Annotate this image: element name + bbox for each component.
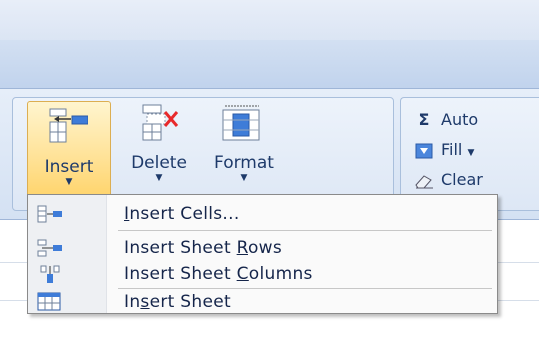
fill-label: Fill <box>441 140 463 159</box>
chevron-down-icon: ▼ <box>65 177 73 187</box>
menu-separator <box>118 230 492 231</box>
insert-button[interactable]: Insert ▼ <box>27 101 111 199</box>
menu-item-insert-sheet-columns[interactable]: Insert Sheet Columns <box>28 261 497 287</box>
insert-sheet-icon <box>37 292 61 311</box>
delete-cells-icon <box>142 104 179 141</box>
insert-cells-icon <box>49 108 88 143</box>
autosum-label: Auto <box>441 110 479 129</box>
menu-item-label: Insert Sheet Rows <box>124 238 283 258</box>
insert-label: Insert <box>44 157 94 177</box>
insert-cells-small-icon <box>37 205 62 223</box>
clear-label: Clear <box>441 170 483 189</box>
delete-button[interactable]: Delete ▼ <box>123 98 195 188</box>
fill-down-icon <box>413 140 435 159</box>
ribbon-tab-strip <box>0 40 539 89</box>
chevron-down-icon: ▼ <box>240 173 248 183</box>
chevron-down-icon: ▼ <box>467 148 475 158</box>
fill-button[interactable]: Fill ▼ <box>413 140 474 159</box>
menu-item-label: Insert Sheet Columns <box>124 264 313 284</box>
title-bar-area <box>0 0 539 40</box>
clear-button[interactable]: Clear <box>413 170 483 189</box>
insert-rows-icon <box>37 239 62 257</box>
format-cells-icon <box>222 105 260 141</box>
menu-item-insert-sheet[interactable]: Insert Sheet <box>28 289 497 315</box>
menu-item-label: Insert Sheet <box>124 292 231 312</box>
menu-item-insert-cells[interactable]: Insert Cells... <box>28 201 497 227</box>
menu-item-insert-sheet-rows[interactable]: Insert Sheet Rows <box>28 235 497 261</box>
insert-dropdown-menu: Insert Cells... Insert Sheet Rows Insert… <box>27 194 498 314</box>
delete-label: Delete <box>131 153 187 173</box>
insert-columns-icon <box>40 265 60 283</box>
autosum-button[interactable]: Σ Auto <box>413 110 479 129</box>
chevron-down-icon: ▼ <box>155 173 163 183</box>
sigma-icon: Σ <box>418 110 430 129</box>
format-label: Format <box>214 153 274 173</box>
format-button[interactable]: Format ▼ <box>203 98 285 188</box>
eraser-icon <box>413 170 435 189</box>
menu-item-label: Insert Cells... <box>124 204 240 224</box>
